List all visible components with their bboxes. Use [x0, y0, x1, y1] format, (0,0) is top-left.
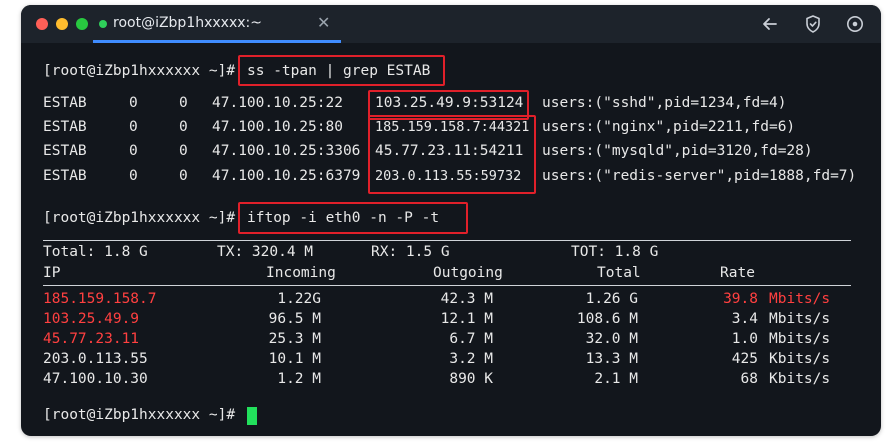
column-header-outgoing: Outgoing	[433, 265, 503, 281]
ss-local-address: 47.100.10.25:22	[212, 95, 343, 111]
ss-state: ESTAB	[43, 95, 87, 111]
command-ss: ss -tpan | grep ESTAB	[247, 63, 431, 79]
iftop-incoming: 10.1 M	[268, 351, 321, 367]
iftop-incoming: 25.3 M	[268, 331, 321, 347]
iftop-rate-unit: Kbits/s	[769, 351, 831, 367]
iftop-total: 108.6 M	[576, 311, 638, 327]
ss-process: users:("nginx",pid=2211,fd=6)	[542, 119, 796, 135]
ss-peer-address: 103.25.49.9:53124	[375, 95, 524, 111]
summary-total: Total: 1.8 G	[43, 244, 148, 260]
tab-close-icon[interactable]: ✕	[317, 13, 330, 32]
iftop-incoming: 1.22G	[277, 291, 321, 307]
iftop-total: 1.26 G	[585, 291, 638, 307]
ss-process: users:("redis-server",pid=1888,fd=7)	[542, 168, 857, 184]
ss-sendq: 0	[179, 119, 188, 135]
ss-peer-address: 45.77.23.11:54211	[375, 143, 524, 159]
column-header-ip: IP	[43, 265, 61, 281]
minimize-window-button[interactable]	[56, 18, 68, 30]
prompt: [root@iZbp1hxxxxxx ~]#	[43, 63, 236, 79]
iftop-rate: 3.4	[731, 311, 758, 327]
terminal-window: root@iZbp1hxxxxx:~ ✕ [root@iZbp1hxxxxxx …	[21, 5, 881, 436]
summary-tot: TOT: 1.8 G	[571, 244, 659, 260]
command-iftop: iftop -i eth0 -n -P -t	[247, 210, 440, 226]
ss-process: users:("sshd",pid=1234,fd=4)	[542, 95, 787, 111]
prompt: [root@iZbp1hxxxxxx ~]#	[43, 210, 236, 226]
ss-local-address: 47.100.10.25:80	[212, 119, 343, 135]
iftop-ip: 185.159.158.7	[43, 291, 157, 307]
iftop-incoming: 1.2 M	[277, 371, 321, 387]
column-header-incoming: Incoming	[266, 265, 336, 281]
ss-recvq: 0	[129, 95, 138, 111]
iftop-ip: 203.0.113.55	[43, 351, 148, 367]
iftop-ip: 45.77.23.11	[43, 331, 140, 347]
ss-sendq: 0	[179, 95, 188, 111]
iftop-rate: 425	[731, 351, 758, 367]
close-window-button[interactable]	[36, 18, 48, 30]
iftop-rate: 68	[740, 371, 758, 387]
iftop-incoming: 96.5 M	[268, 311, 321, 327]
iftop-total: 13.3 M	[585, 351, 638, 367]
terminal-cursor[interactable]	[247, 407, 257, 425]
ss-local-address: 47.100.10.25:3306	[212, 143, 361, 159]
iftop-rate-unit: Mbits/s	[769, 311, 831, 327]
prompt: [root@iZbp1hxxxxxx ~]#	[43, 407, 236, 423]
ss-process: users:("mysqld",pid=3120,fd=28)	[542, 143, 813, 159]
ss-peer-address: 185.159.158.7:44321	[375, 119, 530, 135]
summary-tx: TX: 320.4 M	[217, 244, 314, 260]
ss-sendq: 0	[179, 143, 188, 159]
ss-state: ESTAB	[43, 168, 87, 184]
ss-recvq: 0	[129, 143, 138, 159]
iftop-rate-unit: Kbits/s	[769, 371, 831, 387]
maximize-window-button[interactable]	[76, 18, 88, 30]
iftop-separator	[43, 285, 851, 286]
column-header-total: Total	[597, 265, 641, 281]
tab-terminal[interactable]: root@iZbp1hxxxxx:~ ✕	[93, 5, 341, 43]
column-header-rate: Rate	[720, 265, 755, 281]
ss-local-address: 47.100.10.25:6379	[212, 168, 361, 184]
iftop-total: 2.1 M	[594, 371, 638, 387]
title-bar: root@iZbp1hxxxxx:~ ✕	[21, 5, 881, 43]
iftop-outgoing: 890 K	[449, 371, 493, 387]
ss-state: ESTAB	[43, 143, 87, 159]
iftop-ip: 47.100.10.30	[43, 371, 148, 387]
terminal-output[interactable]: [root@iZbp1hxxxxxx ~]# ss -tpan | grep E…	[21, 43, 881, 436]
tab-title: root@iZbp1hxxxxx:~	[113, 15, 262, 31]
settings-icon[interactable]	[845, 14, 865, 34]
back-arrow-icon[interactable]	[760, 14, 780, 34]
iftop-outgoing: 42.3 M	[440, 291, 493, 307]
iftop-outgoing: 6.7 M	[449, 331, 493, 347]
iftop-total: 32.0 M	[585, 331, 638, 347]
iftop-rate-unit: Mbits/s	[769, 291, 831, 307]
ss-peer-address: 203.0.113.55:59732	[375, 168, 522, 184]
ss-sendq: 0	[179, 168, 188, 184]
iftop-outgoing: 3.2 M	[449, 351, 493, 367]
ss-state: ESTAB	[43, 119, 87, 135]
iftop-ip: 103.25.49.9	[43, 311, 140, 327]
iftop-rate-unit: Mbits/s	[769, 331, 831, 347]
tab-status-dot	[99, 20, 107, 28]
iftop-rate: 1.0	[731, 331, 758, 347]
summary-rx: RX: 1.5 G	[371, 244, 450, 260]
shield-icon[interactable]	[803, 14, 823, 34]
iftop-outgoing: 12.1 M	[440, 311, 493, 327]
ss-recvq: 0	[129, 168, 138, 184]
iftop-rate: 39.8	[723, 291, 758, 307]
ss-recvq: 0	[129, 119, 138, 135]
iftop-separator	[43, 240, 851, 241]
